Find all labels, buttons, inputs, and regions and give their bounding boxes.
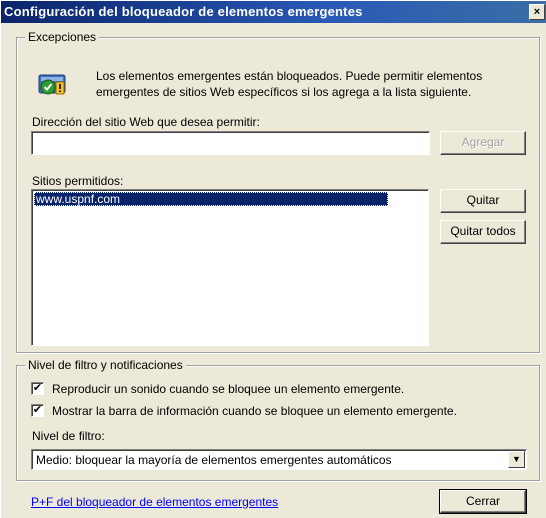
info-text-line-1: Los elementos emergentes están bloqueado…	[96, 69, 483, 83]
show-bar-label[interactable]: Mostrar la barra de información cuando s…	[52, 404, 457, 418]
title-bar[interactable]: Configuración del bloqueador de elemento…	[1, 1, 546, 23]
list-item[interactable]: www.uspnf.com	[34, 192, 388, 206]
address-label: Dirección del sitio Web que desea permit…	[32, 115, 260, 129]
add-button[interactable]: Agregar	[440, 131, 526, 155]
filter-level-label: Nivel de filtro:	[32, 429, 105, 443]
filter-group-label: Nivel de filtro y notificaciones	[25, 358, 186, 372]
play-sound-label[interactable]: Reproducir un sonido cuando se bloquee u…	[52, 382, 404, 396]
chevron-down-icon[interactable]: ▼	[508, 451, 525, 468]
popup-blocker-settings-dialog: Configuración del bloqueador de elemento…	[0, 0, 546, 518]
play-sound-checkbox[interactable]: ✔	[31, 382, 44, 395]
filter-level-select[interactable]: Medio: bloquear la mayoría de elementos …	[31, 449, 527, 470]
window-title: Configuración del bloqueador de elemento…	[4, 4, 363, 19]
remove-all-button[interactable]: Quitar todos	[440, 220, 526, 244]
remove-button[interactable]: Quitar	[440, 189, 526, 213]
popup-blocker-faq-link[interactable]: P+F del bloqueador de elementos emergent…	[31, 495, 278, 509]
filter-group: Nivel de filtro y notificaciones ✔ Repro…	[16, 358, 540, 481]
address-input[interactable]	[31, 131, 430, 155]
close-icon[interactable]: ×	[529, 4, 545, 20]
close-button[interactable]: Cerrar	[439, 489, 527, 514]
exceptions-group: Excepciones Los elementos emergentes est…	[16, 30, 540, 353]
exceptions-group-label: Excepciones	[25, 30, 100, 44]
filter-level-value: Medio: bloquear la mayoría de elementos …	[36, 453, 392, 467]
info-text-line-2: emergentes de sitios Web específicos si …	[96, 85, 472, 99]
allowed-sites-list[interactable]: www.uspnf.com	[31, 189, 429, 346]
shield-warning-icon	[38, 74, 66, 95]
show-bar-checkbox[interactable]: ✔	[31, 404, 44, 417]
allowed-sites-label: Sitios permitidos:	[32, 174, 124, 188]
